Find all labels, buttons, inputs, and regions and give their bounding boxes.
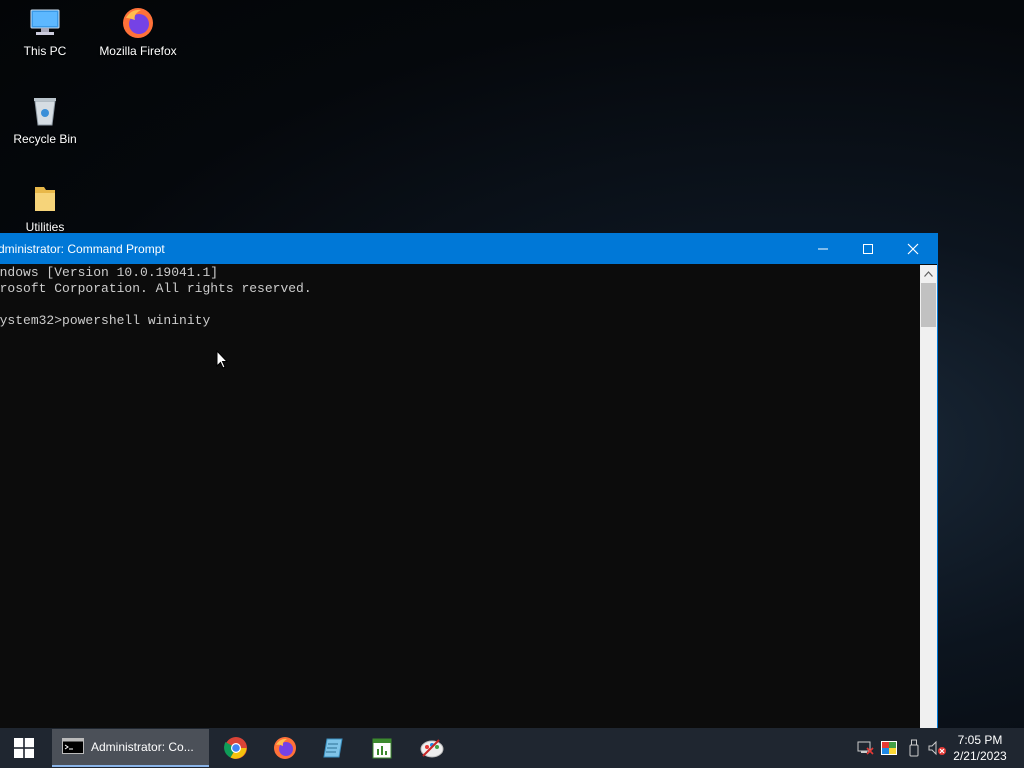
command-prompt-icon: [62, 737, 84, 757]
volume-muted-icon[interactable]: [927, 738, 947, 758]
window-titlebar[interactable]: dministrator: Command Prompt: [0, 234, 937, 264]
console-output[interactable]: soft Windows [Version 10.0.19041.1] 019 …: [0, 265, 921, 729]
taskbar-pin-spreadsheet[interactable]: [358, 728, 406, 768]
console-prompt-line: ndows\System32>powershell wininity: [0, 313, 211, 328]
color-icon[interactable]: [879, 738, 899, 758]
taskbar-clock[interactable]: 7:05 PM 2/21/2023: [950, 732, 1010, 764]
scroll-thumb[interactable]: [921, 283, 936, 327]
taskbar-pin-notepad[interactable]: [309, 728, 357, 768]
desktop-icon-utilities[interactable]: Utilities: [0, 182, 90, 234]
console-line: soft Windows [Version 10.0.19041.1]: [0, 265, 219, 280]
chevron-up-icon: [924, 270, 933, 277]
firefox-icon: [121, 6, 155, 40]
desktop-icon-label: Mozilla Firefox: [99, 44, 177, 58]
network-icon[interactable]: [855, 738, 875, 758]
close-button[interactable]: [890, 234, 935, 264]
mouse-pointer-icon: [216, 349, 229, 375]
taskbar-item-command-prompt[interactable]: Administrator: Co...: [52, 729, 209, 767]
spreadsheet-icon: [372, 738, 392, 759]
desktop-icon-recycle-bin[interactable]: Recycle Bin: [0, 94, 90, 146]
notepad-icon: [323, 738, 343, 758]
close-icon: [907, 243, 918, 255]
chrome-icon: [224, 737, 247, 759]
desktop-icon-label: This PC: [23, 44, 67, 58]
desktop-icon-this-pc[interactable]: This PC: [0, 6, 90, 58]
clock-time: 7:05 PM: [957, 733, 1003, 747]
clock-date: 2/21/2023: [953, 749, 1007, 763]
folder-icon: [28, 182, 62, 216]
maximize-icon: [862, 244, 873, 254]
desktop-icon-label: Recycle Bin: [13, 132, 77, 146]
command-prompt-window[interactable]: dministrator: Command Prompt soft Window…: [0, 233, 938, 729]
firefox-icon: [274, 737, 296, 759]
desktop-icon-firefox[interactable]: Mozilla Firefox: [93, 6, 183, 58]
taskbar-item-label: Administrator: Co...: [91, 740, 194, 754]
taskbar-pin-paint[interactable]: [408, 728, 456, 768]
minimize-button[interactable]: [800, 234, 845, 264]
window-title: dministrator: Command Prompt: [0, 242, 165, 256]
taskbar-pin-chrome[interactable]: [212, 728, 260, 768]
computer-icon: [28, 6, 62, 40]
taskbar: Administrator: Co... 7:05 PM 2/21/2023: [0, 728, 1024, 768]
usb-icon[interactable]: [904, 738, 924, 758]
minimize-icon: [817, 248, 828, 250]
taskbar-pin-firefox[interactable]: [261, 728, 309, 768]
maximize-button[interactable]: [845, 234, 890, 264]
desktop-icon-label: Utilities: [25, 220, 65, 234]
start-button[interactable]: [0, 728, 48, 768]
recycle-bin-icon: [28, 94, 62, 128]
scroll-up-button[interactable]: [920, 265, 937, 282]
paint-icon: [420, 739, 444, 758]
windows-logo-icon: [14, 738, 34, 758]
console-line: 019 Microsoft Corporation. All rights re…: [0, 281, 312, 296]
vertical-scrollbar[interactable]: [920, 265, 937, 729]
